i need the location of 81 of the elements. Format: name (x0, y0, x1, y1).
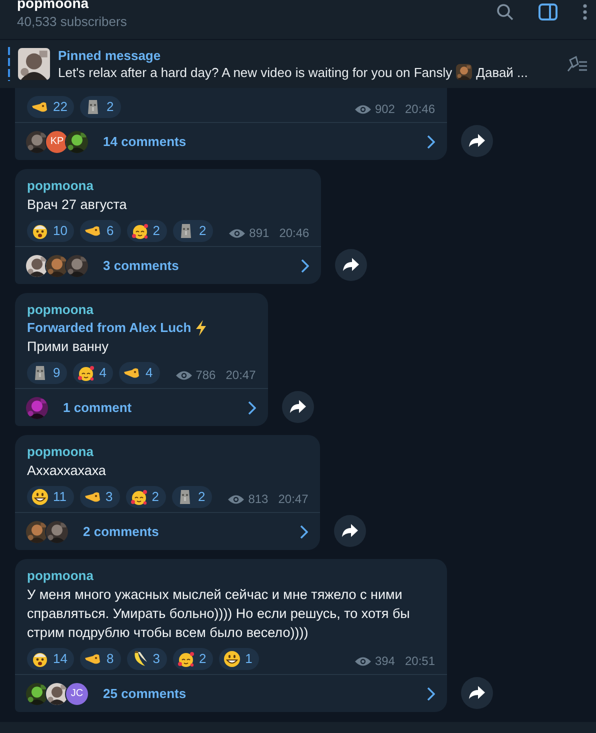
eye-icon (354, 104, 371, 114)
reaction-chip[interactable]: 4 (119, 362, 160, 384)
share-button[interactable] (334, 515, 366, 547)
message-time: 20:46 (279, 225, 310, 242)
message-time: 20:47 (278, 491, 308, 508)
reaction-chip[interactable]: 2 (172, 220, 214, 242)
eye-icon (228, 494, 244, 504)
comments-link[interactable]: 1 comment (15, 388, 268, 426)
chevron-right-icon (301, 258, 310, 272)
grinning-face-icon (223, 650, 242, 668)
pinned-title[interactable]: Pinned message (58, 48, 556, 64)
author-name: popmoona (27, 301, 94, 319)
message-text: Врач 27 августа (27, 196, 128, 214)
reaction-chip[interactable]: 10 (27, 220, 74, 242)
eye-icon (354, 656, 371, 666)
view-count: 394 (374, 653, 395, 670)
reaction-chip[interactable]: 2 (172, 486, 212, 508)
author-name: popmoona (27, 177, 94, 195)
view-count: 813 (248, 491, 268, 508)
author-name: popmoona (27, 443, 94, 461)
comments-link[interactable]: JC 25 comments (15, 674, 447, 712)
heart-face-icon (176, 650, 195, 668)
view-count: 891 (249, 225, 270, 242)
comments-link[interactable]: 2 comments (15, 512, 320, 550)
share-button[interactable] (461, 677, 493, 709)
reaction-chip[interactable]: 9 (27, 362, 68, 384)
reaction-chip[interactable]: 1 (219, 648, 260, 670)
eye-icon (229, 228, 246, 238)
reaction-chip[interactable]: 4 (73, 362, 114, 384)
author-name: popmoona (27, 567, 94, 585)
message-time: 20:51 (404, 653, 435, 670)
avatar: KP (45, 130, 69, 154)
lightning-icon (195, 320, 208, 336)
chevron-right-icon (248, 400, 256, 414)
share-button[interactable] (461, 125, 493, 157)
view-count: 902 (374, 101, 395, 118)
reaction-chip[interactable]: 3 (126, 648, 167, 670)
subscriber-count: 40,533 subscribers (17, 14, 128, 30)
chevron-right-icon (427, 686, 435, 700)
sidebar-toggle-icon[interactable] (538, 3, 558, 21)
more-icon[interactable] (582, 3, 588, 21)
share-icon (469, 686, 485, 700)
message-time: 20:46 (404, 101, 435, 118)
pinned-preview: Давай ... (476, 64, 528, 80)
comments-link[interactable]: KP 14 comments (15, 122, 447, 160)
reaction-chip[interactable]: 3 (80, 486, 120, 508)
comments-link[interactable]: 3 comments (15, 246, 322, 284)
heart-face-icon (130, 488, 148, 506)
reaction-chip[interactable]: 11 (27, 486, 74, 508)
reaction-chip[interactable]: 22 (27, 96, 74, 118)
message-text: У меня много ужасных мыслей сейчас и мне тяжело с ними справляться. Умирать больно)))) Но если решусь, то хотя бы стрим подрублю чтобы всем было весело)))) (27, 586, 411, 642)
reaction-chip[interactable]: 2 (126, 220, 167, 242)
grinning-face-icon (31, 488, 49, 506)
message-text: Аххаххахаха (27, 462, 107, 480)
chevron-right-icon (300, 524, 308, 538)
eye-icon (176, 370, 192, 380)
message-text: Прими ванну (27, 338, 110, 356)
search-icon[interactable] (496, 3, 514, 21)
reaction-chip[interactable]: 14 (27, 648, 74, 670)
chevron-right-icon (427, 134, 435, 148)
share-icon (469, 134, 485, 148)
shocked-face-icon (31, 222, 49, 240)
share-button[interactable] (335, 249, 368, 281)
reaction-chip[interactable]: 2 (172, 648, 214, 670)
shocked-face-icon (31, 650, 49, 668)
pinned-preview: Let's relax after a hard day? A new video is waiting for you on Fansly (58, 64, 452, 80)
reaction-chip[interactable]: 6 (80, 220, 121, 242)
forwarded-from[interactable]: Forwarded from Alex Luch (27, 319, 192, 337)
reaction-chip[interactable]: 2 (126, 486, 166, 508)
heart-face-icon (77, 364, 96, 382)
share-icon (343, 258, 360, 272)
reaction-chip[interactable]: 8 (80, 648, 121, 670)
view-count: 786 (196, 367, 216, 384)
reaction-chip[interactable]: 2 (80, 96, 121, 118)
share-icon (290, 400, 306, 414)
avatar: JC (65, 682, 89, 706)
share-button[interactable] (282, 391, 314, 423)
heart-face-icon (130, 222, 149, 240)
message-time: 20:47 (226, 367, 256, 384)
channel-title: popmoona (17, 0, 90, 11)
share-icon (342, 524, 358, 538)
